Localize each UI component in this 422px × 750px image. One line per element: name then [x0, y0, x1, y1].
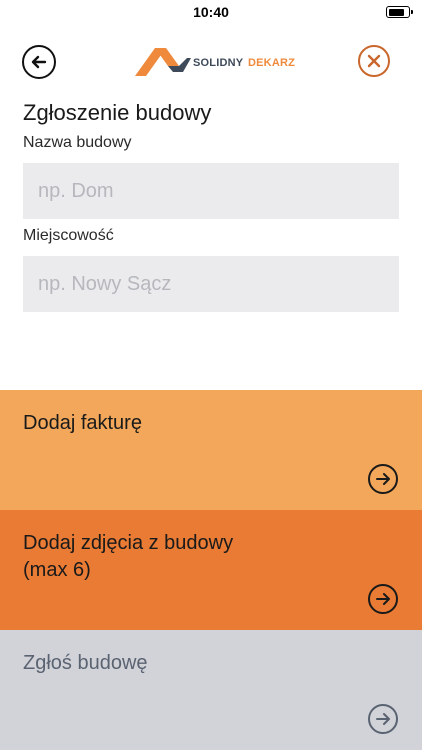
field-label-miejscowosc: Miejscowość	[23, 227, 114, 244]
status-bar: 10:40	[0, 0, 422, 24]
app-logo: SOLIDNY DEKARZ	[135, 44, 295, 78]
city-input[interactable]	[23, 256, 399, 312]
add-invoice-label: Dodaj fakturę	[23, 412, 142, 434]
add-invoice-button[interactable]: Dodaj fakturę	[0, 390, 422, 510]
submit-building-button[interactable]: Zgłoś budowę	[0, 630, 422, 750]
page-title: Zgłoszenie budowy	[23, 100, 212, 125]
back-button[interactable]	[22, 45, 56, 79]
logo-text-solidny: SOLIDNY	[193, 57, 244, 69]
status-time: 10:40	[193, 4, 229, 20]
close-button[interactable]	[358, 45, 390, 77]
building-name-input[interactable]	[23, 163, 399, 219]
roof-logo-icon	[135, 48, 191, 76]
submit-building-label: Zgłoś budowę	[23, 652, 148, 674]
arrow-right-circle-icon	[368, 704, 398, 734]
x-circle-icon	[367, 54, 381, 68]
field-label-nazwa: Nazwa budowy	[23, 134, 132, 151]
add-photos-label: Dodaj zdjęcia z budowy	[23, 532, 234, 554]
arrow-right-circle-icon	[368, 464, 398, 494]
arrow-left-circle-icon	[31, 55, 47, 69]
logo-text-dekarz: DEKARZ	[248, 57, 296, 69]
arrow-right-circle-icon	[368, 584, 398, 614]
add-photos-button[interactable]: Dodaj zdjęcia z budowy (max 6)	[0, 510, 422, 630]
add-photos-sublabel: (max 6)	[23, 559, 91, 581]
nav-bar: SOLIDNY DEKARZ	[0, 40, 422, 84]
battery-icon	[386, 6, 413, 18]
